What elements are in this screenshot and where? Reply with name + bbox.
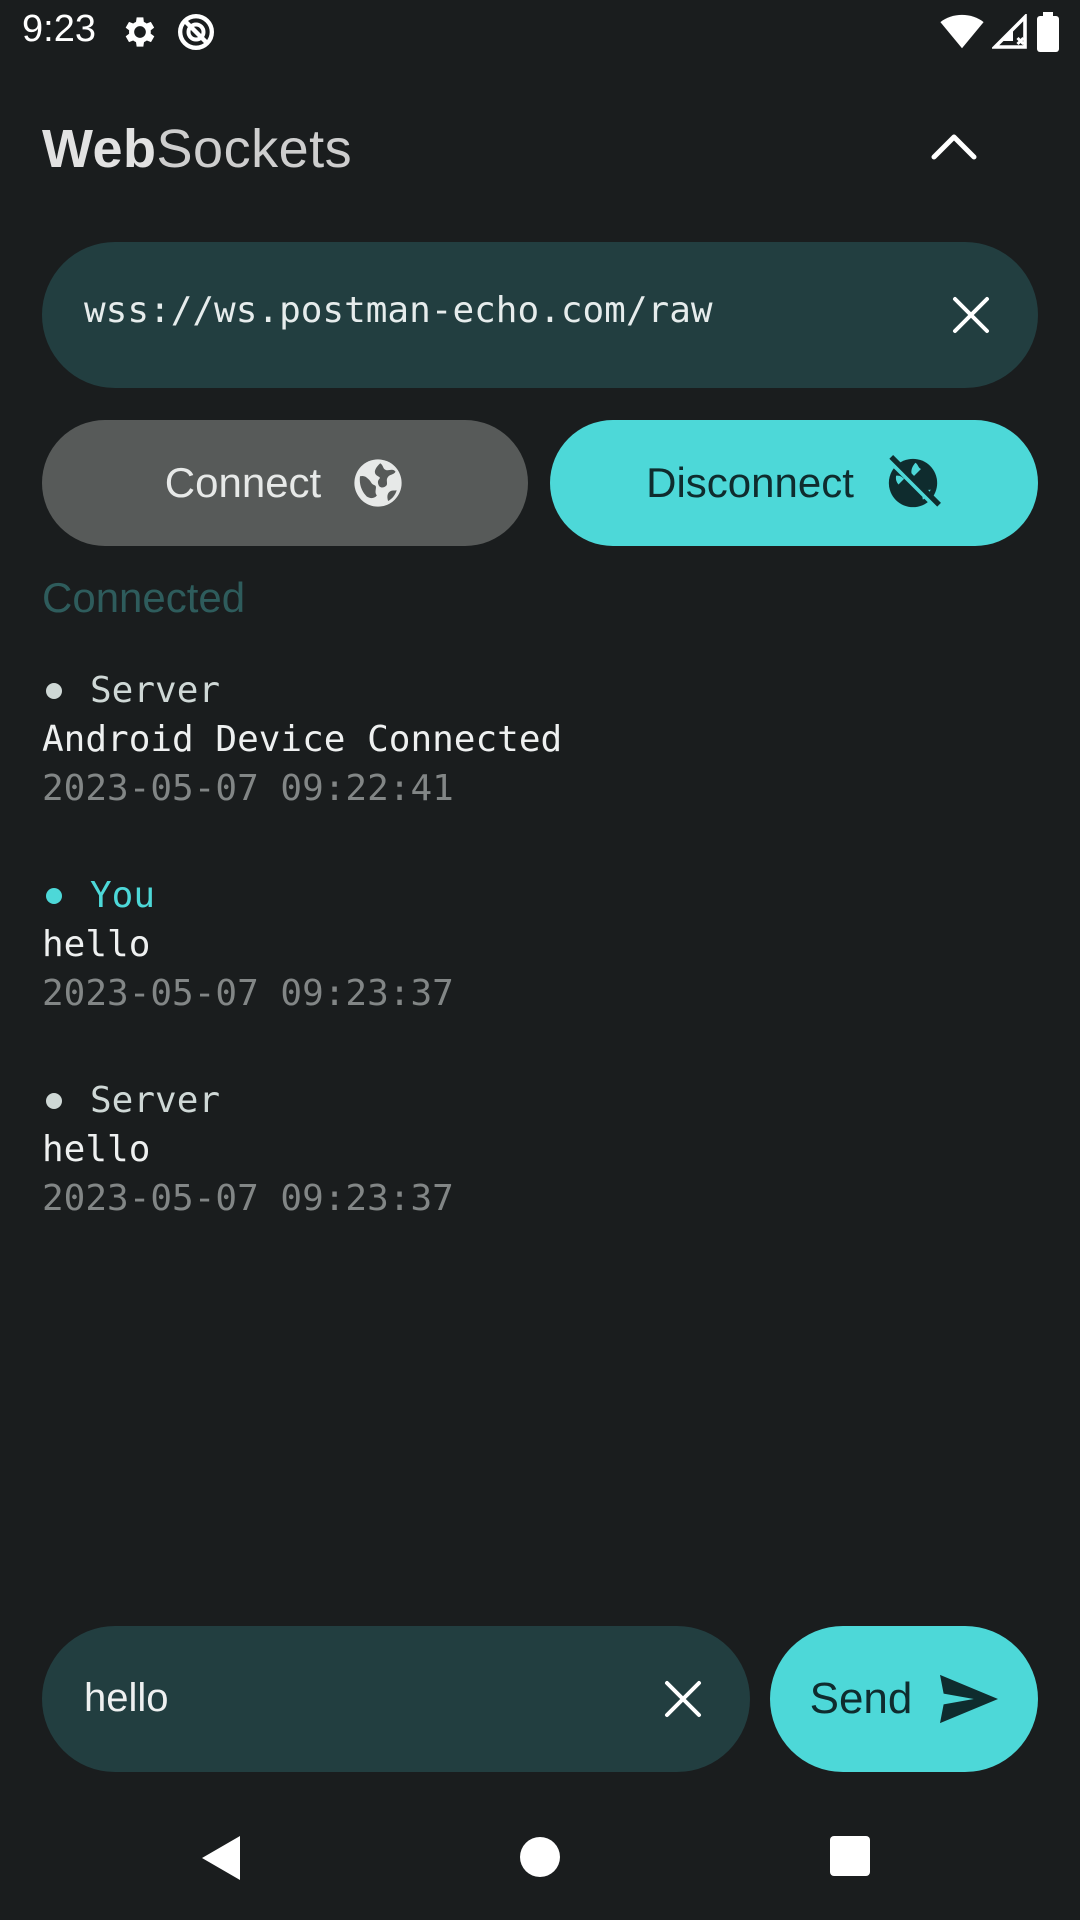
- app-title: WebSockets: [42, 118, 352, 180]
- send-label: Send: [809, 1674, 913, 1723]
- signal-icon: [992, 14, 1027, 49]
- message-item: Server hello 2023-05-07 09:23:37: [42, 1076, 1038, 1223]
- url-input[interactable]: wss://ws.postman-echo.com/raw: [84, 290, 713, 331]
- connect-label: Connect: [164, 459, 322, 506]
- message-sender: You: [42, 871, 1038, 920]
- message-sender-label: Server: [90, 1080, 221, 1121]
- collapse-button[interactable]: [924, 116, 984, 176]
- globe-icon: [354, 459, 402, 507]
- url-field[interactable]: wss://ws.postman-echo.com/raw: [42, 242, 1038, 388]
- battery-icon: [1037, 12, 1059, 52]
- status-time: 9:23: [22, 8, 96, 50]
- sender-dot-icon: [46, 682, 62, 699]
- message-body: hello: [42, 924, 151, 965]
- globe-off-icon: [887, 455, 941, 509]
- message-body: Android Device Connected: [42, 719, 563, 760]
- message-time: 2023-05-07 09:23:37: [42, 973, 454, 1014]
- connect-button[interactable]: Connect: [42, 420, 528, 546]
- message-time: 2023-05-07 09:22:41: [42, 768, 454, 809]
- message-composer[interactable]: hello: [42, 1626, 750, 1772]
- message-sender: Server: [42, 1076, 1038, 1125]
- app-screen: 9:23 WebSockets wss://ws.postman-echo.co…: [0, 0, 1080, 1920]
- close-icon: [665, 1681, 701, 1717]
- disconnect-label: Disconnect: [646, 459, 854, 506]
- no-sync-icon: [178, 14, 214, 50]
- disconnect-button[interactable]: Disconnect: [550, 420, 1038, 546]
- send-button[interactable]: Send: [770, 1626, 1038, 1772]
- sender-dot-icon: [46, 1092, 62, 1109]
- chevron-up-icon: [931, 134, 977, 160]
- message-item: You hello 2023-05-07 09:23:37: [42, 871, 1038, 1018]
- recents-icon[interactable]: [830, 1836, 870, 1876]
- app-title-light: Sockets: [156, 119, 353, 179]
- message-clear-button[interactable]: [656, 1672, 710, 1726]
- home-icon[interactable]: [520, 1837, 560, 1877]
- wifi-icon: [940, 14, 984, 49]
- gear-icon: [125, 17, 155, 47]
- status-bar: 9:23: [0, 0, 1080, 64]
- message-body: hello: [42, 1129, 151, 1170]
- message-list: Server Android Device Connected 2023-05-…: [42, 666, 1038, 1281]
- message-sender: Server: [42, 666, 1038, 715]
- url-clear-button[interactable]: [944, 288, 998, 342]
- close-icon: [953, 297, 989, 333]
- message-input[interactable]: hello: [84, 1676, 169, 1721]
- message-time: 2023-05-07 09:23:37: [42, 1178, 454, 1219]
- message-item: Server Android Device Connected 2023-05-…: [42, 666, 1038, 813]
- message-sender-label: You: [90, 875, 156, 916]
- app-title-bold: Web: [42, 119, 157, 179]
- message-sender-label: Server: [90, 670, 221, 711]
- back-icon[interactable]: [202, 1836, 242, 1880]
- connection-status: Connected: [42, 574, 246, 621]
- send-icon: [940, 1674, 999, 1724]
- sender-dot-icon: [46, 887, 62, 904]
- navigation-bar: [0, 1800, 1080, 1920]
